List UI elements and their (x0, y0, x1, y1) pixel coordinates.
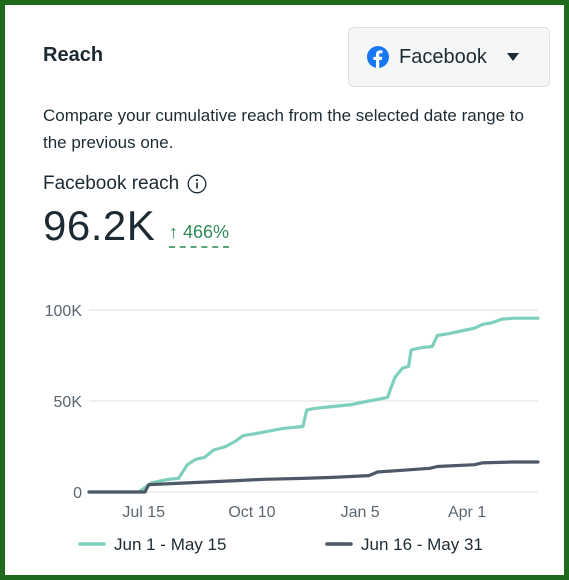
y-tick-label: 100K (45, 303, 83, 320)
y-tick-label: 50K (54, 394, 83, 411)
reach-line-chart: 0 50K 100K Jul 15 Oct 10 Jan 5 Apr 1 Jun 1 - Ma… (45, 303, 540, 554)
legend-label-1: Jun 1 - May 15 (114, 535, 226, 554)
series-line-2 (87, 460, 540, 494)
x-tick-label: Oct 10 (228, 504, 275, 521)
x-tick-label: Jul 15 (122, 504, 165, 521)
screenshot-frame: Reach Facebook Compare your cumulative r… (0, 0, 569, 580)
x-tick-label: Apr 1 (448, 504, 486, 521)
y-tick-label: 0 (73, 485, 82, 502)
legend-label-2: Jun 16 - May 31 (361, 535, 483, 554)
x-tick-label: Jan 5 (341, 504, 380, 521)
